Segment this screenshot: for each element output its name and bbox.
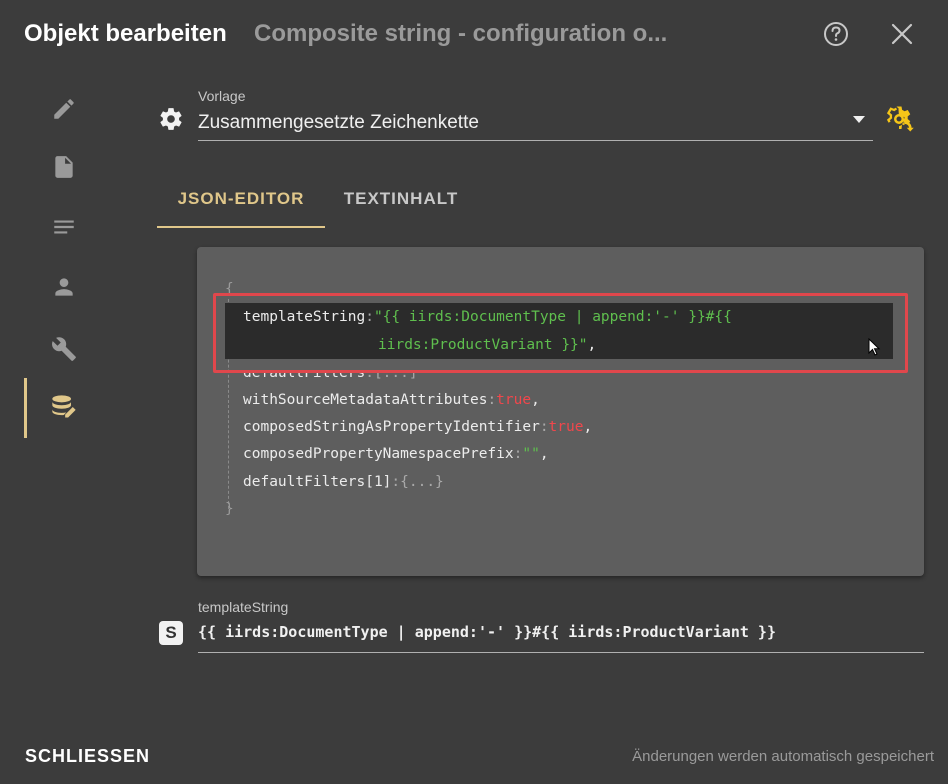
json-separator: : — [487, 392, 497, 408]
help-button[interactable] — [822, 20, 850, 48]
vorlage-selected-value: Zusammengesetzte Zeichenkette — [198, 112, 479, 133]
mouse-pointer-icon — [868, 338, 881, 356]
template-string-label: templateString — [198, 599, 289, 615]
code-line-templateString[interactable]: templateString:"{{ iirds:DocumentType | … — [243, 309, 732, 325]
json-comma: , — [587, 337, 597, 353]
code-line-defaultFilters-1[interactable]: defaultFilters[1]:{...} — [243, 474, 444, 490]
code-line-composedPropertyNamespacePrefix[interactable]: composedPropertyNamespacePrefix:"", — [243, 446, 549, 462]
json-string-value: "" — [522, 446, 540, 462]
template-string-field[interactable]: {{ iirds:DocumentType | append:'-' }}#{{… — [198, 616, 924, 653]
json-string-value: "{{ iirds:DocumentType | append:'-' }}#{… — [373, 309, 732, 325]
sidebar-item-person[interactable] — [24, 258, 104, 316]
json-string-value-cont: iirds:ProductVariant }}" — [378, 337, 588, 353]
dialog-title: Objekt bearbeiten — [24, 20, 227, 47]
person-icon — [55, 278, 73, 296]
json-key: composedStringAsPropertyIdentifier — [243, 419, 540, 435]
document-icon — [55, 156, 73, 178]
json-key: templateString — [243, 309, 366, 325]
autosave-status: Änderungen werden automatisch gespeicher… — [632, 748, 934, 765]
close-brace: } — [225, 501, 234, 517]
sidebar-item-database[interactable] — [24, 378, 104, 438]
json-comma: , — [539, 446, 549, 462]
json-boolean-value: true — [496, 392, 532, 408]
code-line-composedStringAsPropertyIdentifier[interactable]: composedStringAsPropertyIdentifier:true, — [243, 419, 592, 435]
sidebar-item-edit[interactable] — [24, 80, 104, 138]
json-comma: , — [531, 392, 540, 408]
cog-sync-icon — [886, 106, 914, 132]
vorlage-label: Vorlage — [198, 88, 246, 104]
json-separator: : — [365, 365, 374, 381]
json-comma: , — [583, 419, 593, 435]
code-line-templateString-cont[interactable]: iirds:ProductVariant }}", — [378, 337, 596, 353]
template-config-button[interactable] — [884, 104, 914, 134]
sidebar-item-text[interactable] — [24, 198, 104, 256]
json-editor[interactable]: { templateString:"{{ iirds:DocumentType … — [197, 247, 924, 576]
template-string-value: {{ iirds:DocumentType | append:'-' }}#{{… — [198, 623, 776, 641]
chevron-down-icon — [853, 116, 865, 123]
gear-icon — [160, 108, 182, 130]
string-type-badge: S — [159, 621, 183, 645]
help-circle-icon — [824, 22, 848, 46]
json-collapsed-object: {...} — [400, 474, 444, 490]
json-separator: : — [391, 474, 401, 490]
dialog-subtitle: Composite string - configuration o... — [254, 20, 668, 47]
close-dialog-button[interactable] — [888, 20, 916, 48]
schliessen-button[interactable]: SCHLIESSEN — [25, 746, 150, 767]
pencil-icon — [54, 99, 74, 119]
template-settings-icon-wrap — [158, 106, 184, 132]
json-separator: : — [539, 419, 549, 435]
sidebar-item-document[interactable] — [24, 138, 104, 196]
json-separator: : — [365, 309, 374, 325]
json-collapsed-array: [...] — [373, 365, 418, 381]
json-key: defaultFilters — [243, 365, 366, 381]
json-boolean-value: true — [548, 419, 584, 435]
json-key: withSourceMetadataAttributes — [243, 392, 488, 408]
tools-icon — [52, 337, 76, 361]
sidebar — [24, 80, 104, 460]
code-line-withSourceMetadataAttributes[interactable]: withSourceMetadataAttributes:true, — [243, 392, 540, 408]
tab-textinhalt[interactable]: TEXTINHALT — [325, 178, 477, 226]
code-line-defaultFilters[interactable]: defaultFilters:[...] — [243, 365, 418, 381]
tab-json-editor[interactable]: JSON-EDITOR — [157, 178, 325, 228]
database-edit-icon — [52, 395, 76, 418]
json-key: composedPropertyNamespacePrefix — [243, 446, 514, 462]
close-icon — [891, 23, 913, 45]
dialog-header: Objekt bearbeiten Composite string - con… — [0, 0, 948, 72]
vorlage-select[interactable]: Zusammengesetzte Zeichenkette — [198, 104, 873, 141]
text-lines-icon — [54, 220, 74, 234]
json-key: defaultFilters[1] — [243, 474, 392, 490]
sidebar-item-tools[interactable] — [24, 320, 104, 378]
open-brace: { — [225, 281, 234, 297]
